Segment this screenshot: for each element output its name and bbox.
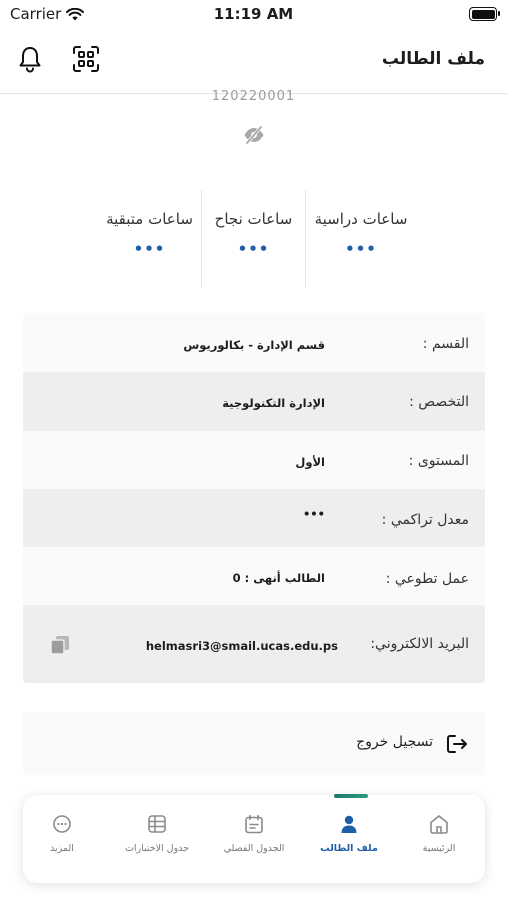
tab-exam-schedule[interactable]: جدول الاختبارات xyxy=(111,813,203,854)
logout-button[interactable]: تسجيل خروج xyxy=(23,712,485,775)
calendar-icon xyxy=(245,814,263,834)
info-label: التخصص : xyxy=(409,394,469,410)
tab-semester-schedule[interactable]: الجدول الفصلي xyxy=(208,813,300,854)
tab-student-profile[interactable]: ملف الطالب xyxy=(303,813,395,854)
stat-remaining-hours: ساعات متبقية ••• xyxy=(98,190,201,288)
email-value: helmasri3@smail.ucas.edu.ps xyxy=(145,639,338,653)
info-row-volunteer: عمل تطوعي : الطالب أنهى : 0 xyxy=(23,547,485,605)
stat-label: ساعات متبقية xyxy=(106,210,193,228)
stat-label: ساعات دراسية xyxy=(314,210,408,228)
tab-label: الرئيسية xyxy=(422,843,456,854)
info-value: الأول xyxy=(295,455,325,469)
hours-stats: ساعات دراسية ••• ساعات نجاح ••• ساعات مت… xyxy=(98,190,416,288)
logout-icon xyxy=(447,735,467,753)
logout-label: تسجيل خروج xyxy=(356,734,433,750)
person-icon xyxy=(341,815,357,833)
info-value: الإدارة التكنولوجية xyxy=(222,396,325,410)
status-time: 11:19 AM xyxy=(213,5,294,23)
status-bar: Carrier 11:19 AM xyxy=(0,0,507,30)
info-row-email: البريد الالكتروني: helmasri3@smail.ucas.… xyxy=(23,605,485,683)
page-title: ملف الطالب xyxy=(381,49,485,69)
info-label: عمل تطوعي : xyxy=(385,571,469,587)
info-row-department: القسم : قسم الإدارة - بكالوريوس xyxy=(23,313,485,372)
info-label: معدل تراكمي : xyxy=(381,512,469,528)
tab-home[interactable]: الرئيسية xyxy=(393,813,485,854)
stat-value: ••• xyxy=(133,240,166,258)
qr-scan-icon[interactable] xyxy=(71,44,101,74)
nav-bar: ملف الطالب xyxy=(0,30,507,94)
eye-slash-icon[interactable] xyxy=(243,125,265,145)
tab-label: الجدول الفصلي xyxy=(223,843,285,854)
stat-passed-hours: ساعات نجاح ••• xyxy=(202,190,305,288)
stat-value: ••• xyxy=(237,240,270,258)
tab-more[interactable]: المزيد xyxy=(16,813,108,854)
copy-icon[interactable] xyxy=(49,634,71,656)
stat-divider xyxy=(201,190,202,288)
home-icon xyxy=(430,815,448,834)
more-icon xyxy=(53,815,71,833)
battery-icon xyxy=(469,7,500,21)
info-row-gpa: معدل تراكمي : ••• xyxy=(23,489,485,547)
stat-value: ••• xyxy=(345,240,377,258)
active-tab-indicator xyxy=(334,794,368,798)
info-row-level: المستوى : الأول xyxy=(23,431,485,489)
tab-label: جدول الاختبارات xyxy=(124,843,190,854)
student-info-card: القسم : قسم الإدارة - بكالوريوس التخصص :… xyxy=(23,313,485,683)
info-label: المستوى : xyxy=(408,453,469,469)
info-label: البريد الالكتروني: xyxy=(370,636,469,652)
info-row-major: التخصص : الإدارة التكنولوجية xyxy=(23,372,485,431)
tab-label: المزيد xyxy=(50,843,74,854)
info-value: قسم الإدارة - بكالوريوس xyxy=(183,338,325,352)
stat-divider xyxy=(305,190,306,288)
bell-icon[interactable] xyxy=(15,44,45,74)
bottom-tab-bar: الرئيسية ملف الطالب الجدول الفصلي جدول ا… xyxy=(23,794,485,883)
tab-label: ملف الطالب xyxy=(320,843,378,854)
stat-study-hours: ساعات دراسية ••• xyxy=(306,190,416,288)
info-value: الطالب أنهى : 0 xyxy=(232,571,325,585)
student-id: 120220001 xyxy=(211,89,296,101)
table-icon xyxy=(148,815,166,833)
info-label: القسم : xyxy=(422,336,469,352)
info-value: ••• xyxy=(302,507,325,521)
stat-label: ساعات نجاح xyxy=(214,210,293,228)
